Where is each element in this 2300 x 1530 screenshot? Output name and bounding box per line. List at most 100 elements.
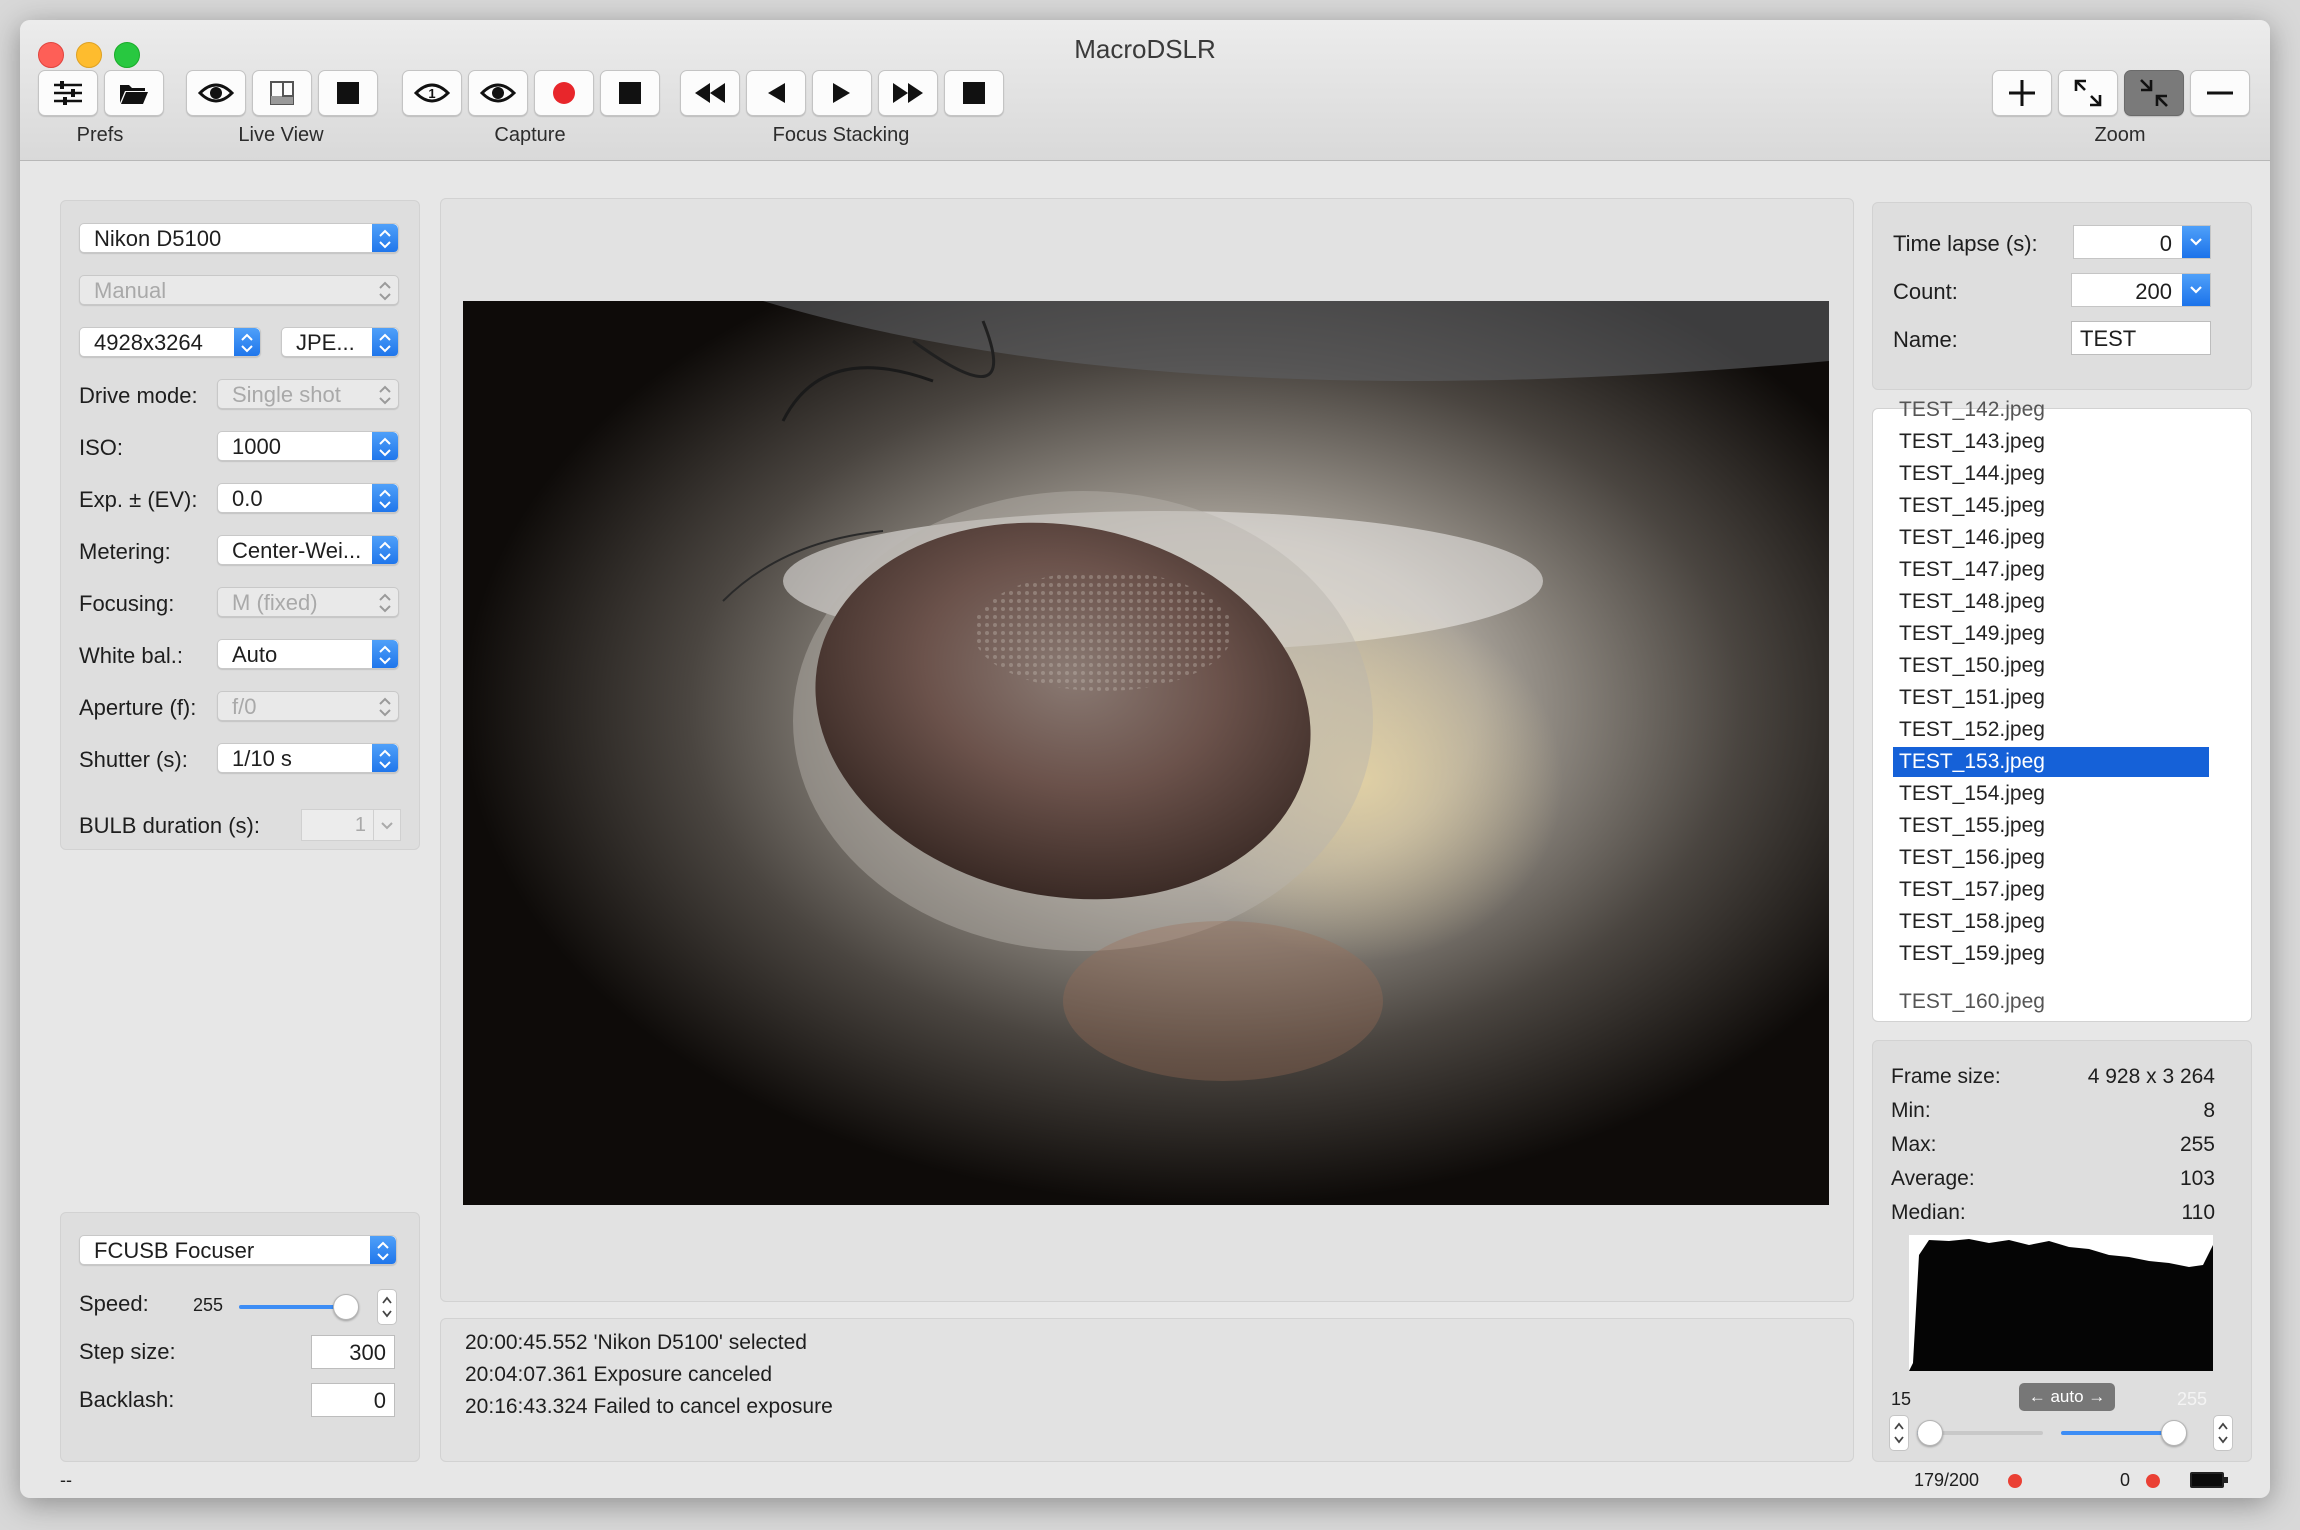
log-list: 20:00:45.552 'Nikon D5100' selected 20:04… [465,1331,1825,1451]
eye-icon [480,83,516,103]
list-item[interactable]: TEST_156.jpeg [1893,843,2209,873]
focus-step-forward-button[interactable] [812,70,872,116]
live-view-button[interactable] [186,70,246,116]
list-item[interactable]: TEST_142.jpeg [1893,395,2209,425]
speed-slider-knob[interactable] [333,1294,359,1320]
backlash-field[interactable]: 0 [311,1383,395,1417]
speed-stepper[interactable] [377,1289,397,1325]
histogram-low-label: 15 [1891,1389,1912,1409]
list-item[interactable]: TEST_152.jpeg [1893,715,2209,745]
sliders-icon [54,81,82,105]
zoom-out-button[interactable] [2190,70,2250,116]
setting-select[interactable]: 1000 [217,431,399,461]
svg-text:1: 1 [428,86,435,101]
step-size-label: Step size: [79,1339,176,1364]
list-item[interactable]: TEST_157.jpeg [1893,875,2209,905]
camera-select[interactable]: Nikon D5100 [79,223,399,253]
single-capture-button[interactable]: 1 [402,70,462,116]
high-level-knob[interactable] [2161,1420,2187,1446]
low-level-slider[interactable] [1917,1420,2043,1446]
focuser-panel: FCUSB Focuser Speed: 255 Step size: 300 … [60,1212,420,1462]
chevron-down-icon[interactable] [2182,274,2210,306]
list-item[interactable]: TEST_143.jpeg [1893,427,2209,457]
focuser-count-text: 0 [2120,1470,2131,1490]
list-item[interactable]: TEST_153.jpeg [1893,747,2209,777]
count-value: 200 [2135,279,2172,304]
exposure-mode-select[interactable]: Manual [79,275,399,305]
capture-stop-button[interactable] [600,70,660,116]
live-view-stop-button[interactable] [318,70,378,116]
list-item[interactable]: TEST_146.jpeg [1893,523,2209,553]
bulb-duration-stepper[interactable]: 1 [301,809,401,841]
median-value: 110 [2181,1201,2215,1224]
list-item[interactable]: TEST_155.jpeg [1893,811,2209,841]
list-item[interactable]: TEST_150.jpeg [1893,651,2209,681]
frame-size-label: Frame size: [1891,1065,2001,1088]
high-level-stepper[interactable] [2213,1415,2233,1451]
list-item[interactable]: TEST_154.jpeg [1893,779,2209,809]
popup-arrows-icon [370,1236,396,1264]
list-item[interactable]: TEST_151.jpeg [1893,683,2209,713]
max-value: 255 [2179,1133,2215,1156]
frame-size-row: Frame size: 4 928 x 3 264 [1891,1065,2215,1095]
preferences-button[interactable] [38,70,98,116]
histogram-high-label: 255 [2177,1389,2208,1409]
file-list[interactable]: TEST_142.jpeg TEST_143.jpeg TEST_144.jpeg… [1872,398,2252,1022]
record-button[interactable] [534,70,594,116]
stop-icon [337,82,359,104]
expand-icon [2074,79,2102,107]
open-folder-button[interactable] [104,70,164,116]
live-image[interactable] [463,301,1829,1205]
list-item[interactable]: TEST_160.jpeg [1893,987,2209,1017]
chevron-down-icon[interactable] [2182,226,2210,258]
setting-label: Focusing: [79,591,175,616]
focuser-select[interactable]: FCUSB Focuser [79,1235,397,1265]
setting-select[interactable]: Auto [217,639,399,669]
log-line: 20:16:43.324 Failed to cancel exposure [465,1395,833,1418]
list-item[interactable]: TEST_147.jpeg [1893,555,2209,585]
list-item[interactable]: TEST_148.jpeg [1893,587,2209,617]
low-level-stepper[interactable] [1889,1415,1909,1451]
popup-arrows-icon [372,432,398,460]
time-lapse-label: Time lapse (s): [1893,231,2038,256]
setting-select[interactable]: 1/10 s [217,743,399,773]
min-value: 8 [2203,1099,2215,1122]
capture-progress-text: 179/200 [1914,1470,1980,1490]
zoom-fit-button[interactable] [2058,70,2118,116]
high-level-slider[interactable] [2061,1420,2187,1446]
setting-label: Drive mode: [79,383,198,408]
low-level-knob[interactable] [1917,1420,1943,1446]
setting-select[interactable]: Single shot [217,379,399,409]
continuous-capture-button[interactable] [468,70,528,116]
focus-fast-forward-button[interactable] [878,70,938,116]
zoom-actual-button[interactable] [2124,70,2184,116]
list-item[interactable]: TEST_149.jpeg [1893,619,2209,649]
name-field[interactable]: TEST [2071,321,2211,355]
popup-arrows-icon [372,744,398,772]
focus-stop-button[interactable] [944,70,1004,116]
step-size-field[interactable]: 300 [311,1335,395,1369]
setting-select[interactable]: M (fixed) [217,587,399,617]
live-view-window-button[interactable] [252,70,312,116]
zoom-in-button[interactable] [1992,70,2052,116]
log-line: 20:04:07.361 Exposure canceled [465,1363,773,1386]
list-item[interactable]: TEST_145.jpeg [1893,491,2209,521]
popup-arrows-icon [372,276,398,304]
focus-fast-backward-button[interactable] [680,70,740,116]
status-left-text: -- [60,1470,72,1490]
list-item[interactable]: TEST_158.jpeg [1893,907,2209,937]
setting-select[interactable]: 0.0 [217,483,399,513]
list-item[interactable]: TEST_144.jpeg [1893,459,2209,489]
setting-select[interactable]: f/0 [217,691,399,721]
auto-levels-button[interactable]: ← auto → [2019,1383,2115,1411]
log-line: 20:00:45.552 'Nikon D5100' selected [465,1331,807,1354]
count-combo[interactable]: 200 [2071,273,2211,307]
resolution-select[interactable]: 4928x3264 [79,327,261,357]
list-item[interactable]: TEST_159.jpeg [1893,939,2209,969]
chevron-down-icon[interactable] [373,810,400,840]
image-format-select[interactable]: JPE... [281,327,399,357]
focus-step-backward-button[interactable] [746,70,806,116]
time-lapse-combo[interactable]: 0 [2073,225,2211,259]
setting-select[interactable]: Center-Wei... [217,535,399,565]
speed-slider[interactable] [239,1294,359,1320]
